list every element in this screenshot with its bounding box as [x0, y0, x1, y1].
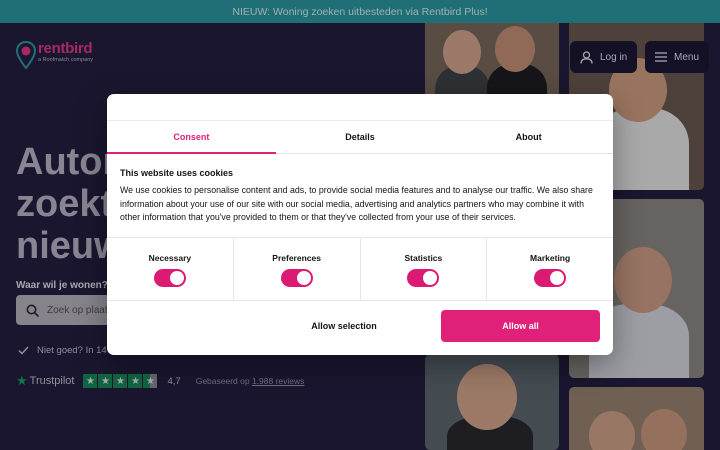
switch-knob	[169, 271, 184, 285]
cookie-consent-dialog: Consent Details About This website uses …	[107, 94, 613, 355]
toggle-label: Marketing	[530, 253, 571, 263]
toggle-marketing: Marketing	[487, 238, 613, 300]
toggle-statistics: Statistics	[361, 238, 488, 300]
toggle-label: Necessary	[148, 253, 192, 263]
tab-details[interactable]: Details	[276, 121, 445, 153]
switch-knob	[550, 271, 565, 285]
toggle-necessary: Necessary	[107, 238, 234, 300]
toggle-label: Preferences	[272, 253, 321, 263]
marketing-switch[interactable]	[534, 269, 567, 287]
allow-selection-button[interactable]: Allow selection	[275, 310, 413, 342]
tab-consent[interactable]: Consent	[107, 121, 276, 154]
cookie-tabs: Consent Details About	[107, 120, 613, 154]
cookie-dialog-title: This website uses cookies	[120, 168, 234, 178]
preferences-switch[interactable]	[280, 269, 313, 287]
toggle-preferences: Preferences	[234, 238, 361, 300]
tab-about[interactable]: About	[444, 121, 613, 153]
necessary-switch[interactable]	[153, 269, 186, 287]
cookie-dialog-body: We use cookies to personalise content an…	[120, 185, 593, 222]
statistics-switch[interactable]	[407, 269, 440, 287]
switch-knob	[296, 271, 311, 285]
cookie-category-toggles: Necessary Preferences Statistics Marketi…	[107, 237, 613, 301]
allow-all-button[interactable]: Allow all	[441, 310, 600, 342]
toggle-label: Statistics	[404, 253, 443, 263]
switch-knob	[423, 271, 438, 285]
